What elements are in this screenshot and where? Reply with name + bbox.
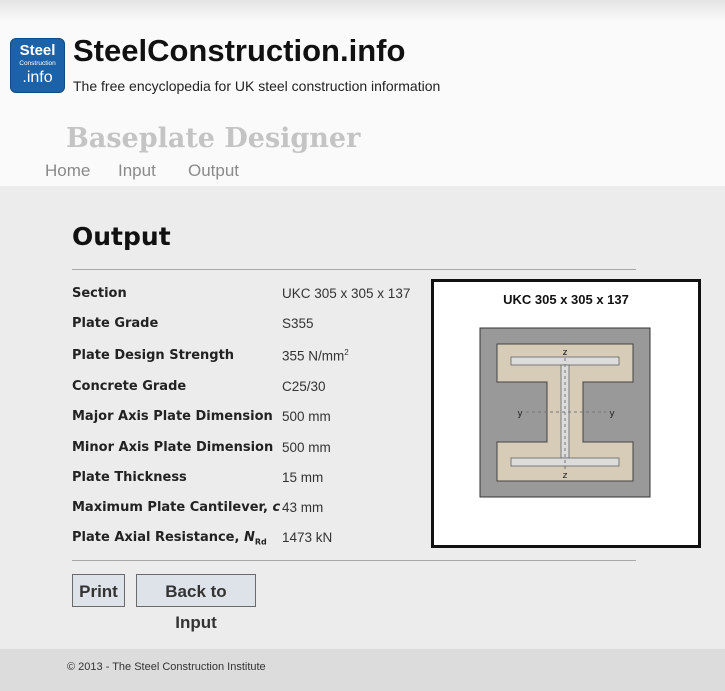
page-title: Output — [72, 222, 171, 251]
nav-input[interactable]: Input — [118, 161, 156, 181]
result-row-plate-grade: Plate Grade S355 — [72, 316, 422, 336]
result-value: 15 mm — [282, 470, 324, 485]
result-row-concrete-grade: Concrete Grade C25/30 — [72, 379, 422, 399]
result-row-section: Section UKC 305 x 305 x 137 — [72, 286, 422, 306]
symbol-c: c — [272, 500, 281, 515]
axis-label-z-top: z — [563, 348, 568, 358]
axis-label-y-left: y — [517, 409, 523, 419]
result-label: Maximum Plate Cantilever, c — [72, 500, 280, 515]
result-label-text: Plate Axial Resistance, — [72, 530, 244, 545]
site-logo[interactable]: Steel Construction .info — [10, 38, 65, 93]
result-row-axial-resistance: Plate Axial Resistance, NRd 1473 kN — [72, 530, 422, 550]
divider-top — [72, 269, 636, 270]
logo-line-3: .info — [22, 69, 53, 86]
site-tagline: The free encyclopedia for UK steel const… — [73, 78, 441, 94]
result-value: 500 mm — [282, 409, 331, 424]
diagram-title: UKC 305 x 305 x 137 — [503, 292, 629, 307]
symbol-subscript: Rd — [254, 537, 267, 547]
divider-bottom — [72, 560, 636, 561]
nav-home[interactable]: Home — [45, 161, 90, 181]
result-label: Plate Axial Resistance, NRd — [72, 530, 267, 547]
back-to-input-button[interactable]: Back to Input — [136, 574, 256, 632]
axis-label-y-right: y — [609, 409, 615, 419]
axis-label-z-bottom: z — [563, 471, 568, 481]
logo-line-2: Construction — [19, 60, 56, 67]
copyright-text: © 2013 - The Steel Construction Institut… — [67, 661, 266, 673]
print-button[interactable]: Print — [72, 574, 125, 607]
result-label: Minor Axis Plate Dimension — [72, 440, 274, 455]
result-value: 1473 kN — [282, 530, 333, 545]
result-value-text: 355 N/mm — [282, 348, 345, 364]
site-title[interactable]: SteelConstruction.info — [73, 32, 405, 70]
result-value: C25/30 — [282, 379, 326, 394]
site-header: Steel Construction .info SteelConstructi… — [0, 0, 725, 186]
result-value: 500 mm — [282, 440, 331, 455]
result-value: S355 — [282, 316, 314, 331]
result-row-minor-dimension: Minor Axis Plate Dimension 500 mm — [72, 440, 422, 460]
result-value: 355 N/mm2 — [282, 348, 349, 364]
result-row-cantilever: Maximum Plate Cantilever, c 43 mm — [72, 500, 422, 520]
result-label: Plate Design Strength — [72, 348, 235, 363]
result-label: Concrete Grade — [72, 379, 187, 394]
app-title: Baseplate Designer — [66, 123, 361, 154]
result-value: UKC 305 x 305 x 137 — [282, 286, 411, 301]
result-row-plate-thickness: Plate Thickness 15 mm — [72, 470, 422, 490]
symbol-n: N — [243, 530, 255, 545]
logo-line-1: Steel — [19, 42, 56, 59]
result-label: Plate Grade — [72, 316, 159, 331]
result-label: Major Axis Plate Dimension — [72, 409, 273, 424]
result-label: Plate Thickness — [72, 470, 187, 485]
result-label: Section — [72, 286, 127, 301]
site-footer: © 2013 - The Steel Construction Institut… — [0, 649, 725, 691]
result-label-text: Maximum Plate Cantilever, — [72, 500, 273, 515]
baseplate-diagram: UKC 305 x 305 x 137 z z y y — [431, 279, 701, 548]
unit-exponent: 2 — [344, 348, 349, 357]
result-row-major-dimension: Major Axis Plate Dimension 500 mm — [72, 409, 422, 429]
baseplate-svg: UKC 305 x 305 x 137 z z y y — [479, 292, 651, 498]
result-value: 43 mm — [282, 500, 324, 515]
result-row-design-strength: Plate Design Strength 355 N/mm2 — [72, 348, 422, 368]
nav-output[interactable]: Output — [188, 161, 239, 181]
